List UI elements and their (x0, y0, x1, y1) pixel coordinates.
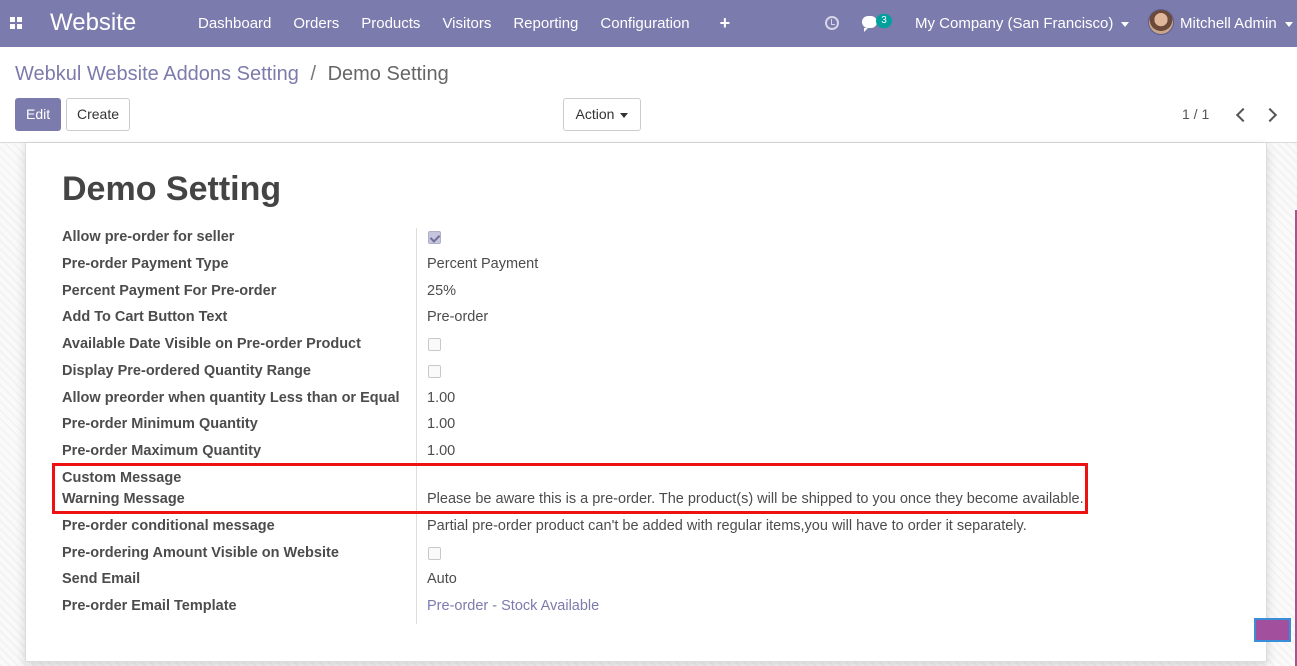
field-label: Percent Payment For Pre-order (62, 283, 277, 299)
field-label: Pre-ordering Amount Visible on Website (62, 545, 339, 561)
chevron-down-icon (620, 112, 629, 118)
email-template-link[interactable]: Pre-order - Stock Available (427, 598, 599, 614)
field-row: Percent Payment For Pre-order 25% (62, 280, 1242, 304)
field-row: Pre-order Maximum Quantity 1.00 (62, 440, 1242, 464)
display-quantity-range-checkbox[interactable] (428, 365, 441, 378)
field-label: Available Date Visible on Pre-order Prod… (62, 336, 361, 352)
field-row: Pre-order Email Template Pre-order - Sto… (62, 595, 1242, 619)
main-menu: Dashboard Orders Products Visitors Repor… (198, 14, 752, 32)
available-date-visible-checkbox[interactable] (428, 338, 441, 351)
field-row: Pre-order Payment Type Percent Payment (62, 253, 1242, 277)
field-value: Auto (427, 571, 457, 587)
field-value: 1.00 (427, 416, 456, 432)
field-label: Pre-order conditional message (62, 518, 275, 534)
pager-previous-icon[interactable] (1232, 104, 1252, 124)
field-row: Available Date Visible on Pre-order Prod… (62, 333, 1242, 357)
action-dropdown-button[interactable]: Action (563, 98, 641, 131)
amount-visible-website-checkbox[interactable] (428, 547, 441, 560)
menu-item-orders[interactable]: Orders (293, 15, 339, 32)
chat-count-badge: 3 (876, 14, 892, 28)
field-row: Allow pre-order for seller (62, 226, 1242, 250)
form-sheet: Demo Setting Allow pre-order for seller … (25, 143, 1267, 662)
field-label: Pre-order Email Template (62, 598, 237, 614)
menu-item-configuration[interactable]: Configuration (600, 15, 689, 32)
field-label: Allow pre-order for seller (62, 229, 235, 245)
menu-item-products[interactable]: Products (361, 15, 420, 32)
create-button[interactable]: Create (66, 98, 130, 131)
field-value: 1.00 (427, 390, 456, 406)
user-name: Mitchell Admin (1180, 15, 1277, 32)
edit-button[interactable]: Edit (15, 98, 61, 131)
plus-icon[interactable]: + (720, 14, 731, 32)
form-title: Demo Setting (62, 170, 282, 208)
breadcrumb-parent-link[interactable]: Webkul Website Addons Setting (15, 63, 299, 85)
field-row: Send Email Auto (62, 568, 1242, 592)
pager-next-icon[interactable] (1262, 104, 1282, 124)
app-brand[interactable]: Website (50, 9, 136, 37)
top-navbar: Website Dashboard Orders Products Visito… (0, 0, 1297, 47)
breadcrumb-current: Demo Setting (327, 63, 449, 85)
field-row: Display Pre-ordered Quantity Range (62, 360, 1242, 384)
activity-clock-icon[interactable] (825, 16, 839, 30)
floating-widget-button[interactable] (1254, 618, 1291, 642)
field-value: Partial pre-order product can't be added… (427, 518, 1027, 534)
field-label: Display Pre-ordered Quantity Range (62, 363, 311, 379)
chevron-down-icon (1284, 21, 1293, 27)
field-row: Pre-order conditional message Partial pr… (62, 515, 1242, 539)
field-row: Pre-ordering Amount Visible on Website (62, 542, 1242, 566)
breadcrumb-separator: / (310, 63, 317, 85)
field-value: 1.00 (427, 443, 456, 459)
field-row: Pre-order Minimum Quantity 1.00 (62, 413, 1242, 437)
menu-item-reporting[interactable]: Reporting (513, 15, 578, 32)
field-value: Percent Payment (427, 256, 539, 272)
field-label: Send Email (62, 571, 141, 587)
field-label: Pre-order Maximum Quantity (62, 443, 262, 459)
field-value: Pre-order (427, 309, 489, 325)
field-label: Pre-order Minimum Quantity (62, 416, 258, 432)
apps-menu-icon[interactable] (10, 17, 22, 29)
action-label: Action (575, 106, 615, 122)
field-label: Add To Cart Button Text (62, 309, 228, 325)
field-value: 25% (427, 283, 457, 299)
field-label: Pre-order Payment Type (62, 256, 229, 272)
control-panel: Webkul Website Addons Setting / Demo Set… (0, 47, 1297, 143)
field-row: Allow preorder when quantity Less than o… (62, 387, 1242, 411)
menu-item-visitors[interactable]: Visitors (442, 15, 491, 32)
breadcrumb: Webkul Website Addons Setting / Demo Set… (15, 63, 449, 86)
allow-preorder-seller-checkbox[interactable] (428, 231, 441, 244)
field-row: Add To Cart Button Text Pre-order (62, 306, 1242, 330)
field-label: Allow preorder when quantity Less than o… (62, 390, 400, 406)
menu-item-dashboard[interactable]: Dashboard (198, 15, 271, 32)
chat-icon[interactable] (862, 16, 877, 32)
pager-value[interactable]: 1 / 1 (1182, 106, 1209, 122)
highlight-annotation-box (52, 463, 1088, 514)
user-menu[interactable]: Mitchell Admin (1180, 15, 1293, 32)
company-switcher[interactable]: My Company (San Francisco) (915, 15, 1130, 32)
user-avatar[interactable] (1148, 9, 1174, 35)
content-area: Demo Setting Allow pre-order for seller … (0, 143, 1297, 666)
chevron-down-icon (1121, 21, 1130, 27)
company-name: My Company (San Francisco) (915, 15, 1114, 32)
